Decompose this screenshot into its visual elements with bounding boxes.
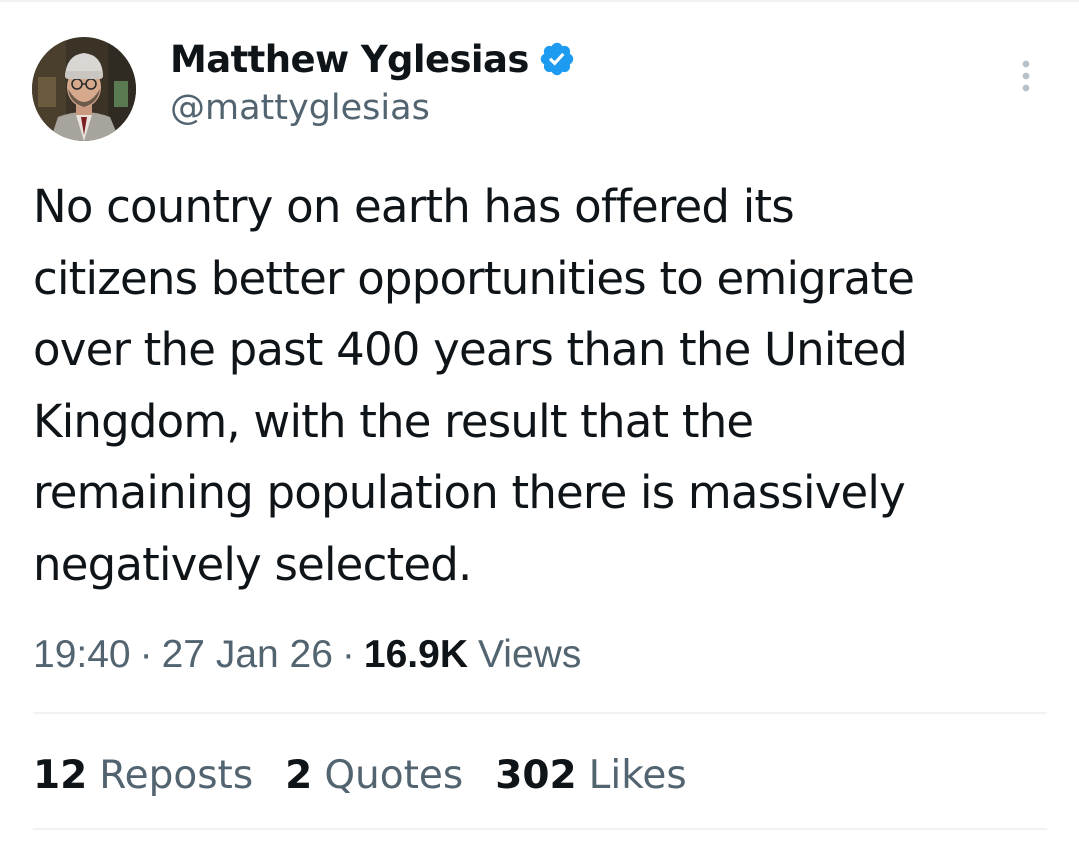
tweet-text: No country on earth has offered its citi… bbox=[33, 171, 1063, 600]
avatar[interactable] bbox=[32, 37, 136, 141]
more-options-button[interactable] bbox=[1002, 52, 1050, 100]
more-options-icon bbox=[1022, 60, 1030, 92]
tweet-text-line: Kingdom, with the result that the bbox=[33, 394, 754, 448]
reposts-count: 12 bbox=[33, 752, 88, 798]
verified-badge-icon[interactable] bbox=[538, 40, 576, 78]
avatar-photo bbox=[32, 37, 136, 141]
reposts-stat[interactable]: 12 Reposts bbox=[33, 753, 253, 798]
engagement-stats: 12 Reposts 2 Quotes 302 Likes bbox=[33, 748, 719, 802]
meta-separator: · bbox=[139, 633, 153, 676]
quotes-count: 2 bbox=[285, 752, 313, 798]
author-name-row[interactable]: Matthew Yglesias bbox=[170, 34, 576, 84]
top-divider bbox=[0, 0, 1079, 2]
tweet-time[interactable]: 19:40 bbox=[33, 633, 131, 677]
tweet-date[interactable]: 27 Jan 26 bbox=[162, 633, 333, 677]
tweet-text-line: remaining population there is massively bbox=[33, 466, 906, 519]
quotes-stat[interactable]: 2 Quotes bbox=[285, 753, 463, 798]
tweet-text-line: negatively selected. bbox=[33, 537, 472, 591]
tweet-text-line: citizens better opportunities to emigrat… bbox=[33, 251, 915, 305]
reposts-label: Reposts bbox=[99, 752, 254, 798]
views-count[interactable]: 16.9K bbox=[364, 633, 468, 677]
views-label: Views bbox=[478, 633, 582, 676]
author-display-name[interactable]: Matthew Yglesias bbox=[170, 38, 529, 81]
quotes-label: Quotes bbox=[324, 752, 464, 798]
tweet-text-line: over the past 400 years than the United bbox=[33, 323, 908, 376]
author-handle[interactable]: @mattyglesias bbox=[170, 88, 430, 128]
likes-stat[interactable]: 302 Likes bbox=[495, 753, 687, 798]
meta-separator: · bbox=[341, 633, 355, 676]
likes-label: Likes bbox=[588, 752, 687, 798]
tweet-meta: 19:40 · 27 Jan 26 · 16.9K Views bbox=[33, 629, 581, 681]
divider bbox=[33, 828, 1047, 830]
divider bbox=[33, 712, 1047, 714]
tweet-text-line: No country on earth has offered its bbox=[33, 180, 795, 233]
likes-count: 302 bbox=[495, 752, 577, 798]
